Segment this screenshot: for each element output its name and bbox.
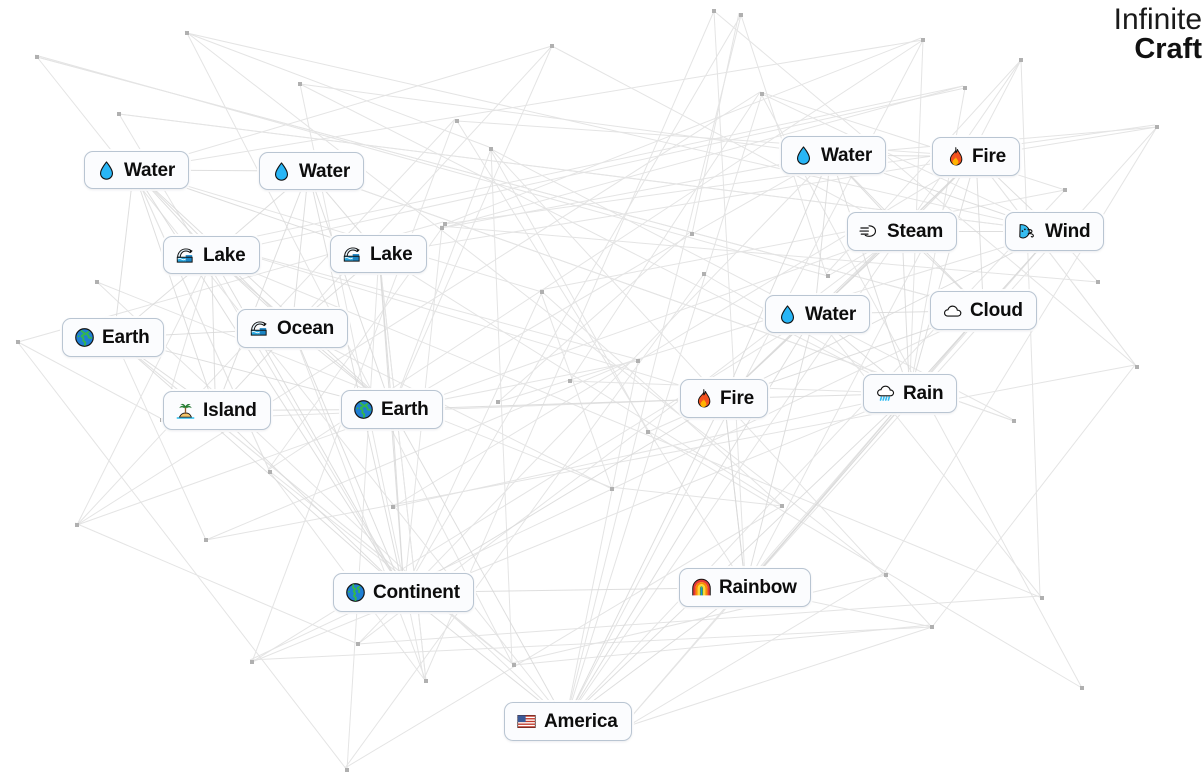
cloud-emoji <box>942 300 963 321</box>
element-node-steam[interactable]: Steam <box>847 212 958 251</box>
element-node-america[interactable]: America <box>504 702 632 741</box>
element-node-water[interactable]: Water <box>259 152 365 190</box>
element-node-label: Island <box>203 400 257 421</box>
element-node-label: Rain <box>903 383 944 404</box>
element-node-water[interactable]: Water <box>765 295 871 333</box>
water-droplet-emoji <box>793 145 814 166</box>
element-node-rainbow[interactable]: Rainbow <box>679 568 811 607</box>
element-node-label: Rainbow <box>719 577 797 598</box>
element-node-water[interactable]: Water <box>781 136 887 174</box>
element-node-label: Lake <box>203 244 246 266</box>
element-node-label: Fire <box>720 388 755 409</box>
water-wave-emoji <box>342 244 363 265</box>
element-node-earth[interactable]: Earth <box>62 318 164 357</box>
element-node-cloud[interactable]: Cloud <box>930 291 1037 330</box>
element-node-label: Ocean <box>277 318 335 339</box>
water-droplet-emoji <box>96 160 117 181</box>
globe-europe-emoji <box>353 399 374 420</box>
infinite-craft-canvas[interactable]: Water Water Lake Lake Earth Ocean Island Earth C… <box>0 0 1202 775</box>
logo-line-craft: Craft <box>1134 33 1202 65</box>
element-node-rain[interactable]: Rain <box>863 374 958 413</box>
element-node-label: Steam <box>887 221 944 242</box>
element-node-label: Cloud <box>970 300 1023 321</box>
element-node-water[interactable]: Water <box>84 151 190 189</box>
element-node-label: Water <box>805 303 857 325</box>
element-node-label: Earth <box>381 399 429 420</box>
desert-island-emoji <box>175 400 196 421</box>
element-node-label: Earth <box>102 327 150 348</box>
water-droplet-emoji <box>271 161 292 182</box>
globe-americas-emoji <box>345 582 366 603</box>
element-node-earth[interactable]: Earth <box>341 390 443 429</box>
element-node-label: Water <box>124 159 176 181</box>
water-droplet-emoji <box>777 304 798 325</box>
element-node-lake[interactable]: Lake <box>163 236 260 274</box>
element-node-label: Water <box>821 144 873 166</box>
rainbow-emoji <box>691 577 712 598</box>
element-node-label: Wind <box>1045 221 1091 242</box>
globe-europe-emoji <box>74 327 95 348</box>
element-node-label: Lake <box>370 243 413 265</box>
element-node-ocean[interactable]: Ocean <box>237 309 349 348</box>
dash-away-emoji <box>859 221 880 242</box>
water-wave-emoji <box>249 318 270 339</box>
us-flag-emoji <box>516 711 537 732</box>
element-node-lake[interactable]: Lake <box>330 235 427 273</box>
fire-emoji <box>944 146 965 167</box>
wind-face-emoji <box>1017 221 1038 242</box>
cloud-with-rain-emoji <box>875 383 896 404</box>
fire-emoji <box>692 388 713 409</box>
element-node-label: Continent <box>373 582 460 603</box>
element-node-island[interactable]: Island <box>163 391 271 430</box>
water-wave-emoji <box>175 245 196 266</box>
element-node-continent[interactable]: Continent <box>333 573 474 612</box>
element-node-fire[interactable]: Fire <box>680 379 769 418</box>
element-node-label: Fire <box>972 146 1007 167</box>
element-node-layer[interactable]: Water Water Lake Lake Earth Ocean Island Earth C… <box>0 0 1202 775</box>
logo-line-infinite: Infinite <box>1113 3 1202 36</box>
infinite-craft-logo: Infinite Craft <box>1113 3 1202 65</box>
element-node-wind[interactable]: Wind <box>1005 212 1105 251</box>
element-node-label: America <box>544 711 618 732</box>
element-node-fire[interactable]: Fire <box>932 137 1021 176</box>
element-node-label: Water <box>299 160 351 182</box>
